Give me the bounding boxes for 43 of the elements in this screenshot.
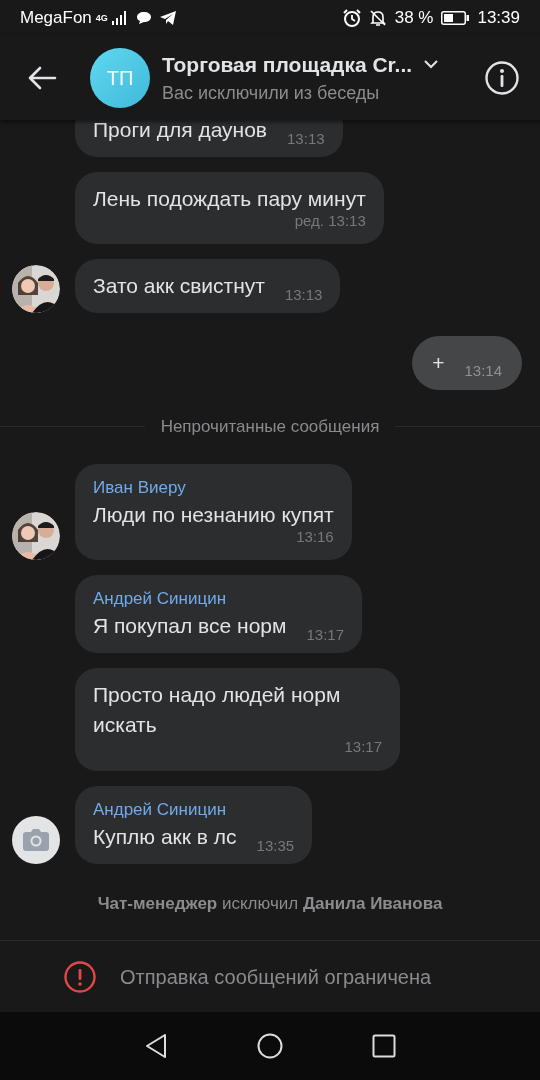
chat-title[interactable]: Торговая площадка Cr... xyxy=(162,48,413,81)
recents-nav-icon[interactable] xyxy=(371,1034,396,1058)
unread-divider: Непрочитанные сообщения xyxy=(160,416,380,438)
back-nav-icon[interactable] xyxy=(144,1033,169,1059)
sender-name[interactable]: Андрей Синицин xyxy=(93,587,344,611)
chat-subtitle: Вас исключили из беседы xyxy=(162,82,381,106)
carrier-name: MegaFon xyxy=(20,7,92,30)
message-text: Проги для даунов xyxy=(93,120,268,143)
message-time: 13:13 xyxy=(284,286,323,303)
message-time: ред. 13:13 xyxy=(294,210,366,231)
network-type: 4G xyxy=(95,13,108,23)
chevron-down-icon[interactable] xyxy=(424,60,439,69)
battery-icon xyxy=(441,11,470,25)
bell-off-icon xyxy=(368,9,387,27)
signal-icon xyxy=(111,11,128,25)
message-time: 13:35 xyxy=(256,836,295,854)
message-text: Зато акк свистнут xyxy=(93,273,265,299)
message-text: Лень подождать пару минут xyxy=(93,185,366,212)
telegram-icon xyxy=(159,11,176,25)
message-text: Куплю акк в лс xyxy=(93,823,237,850)
message-time: 13:13 xyxy=(287,129,325,147)
back-arrow-icon xyxy=(27,66,57,90)
chat-icon xyxy=(135,11,152,25)
system-message: Чат-менеджер исключил Данила Иванова xyxy=(97,892,443,915)
message-text: + xyxy=(432,350,445,376)
warning-icon xyxy=(64,960,96,993)
sender-name[interactable]: Иван Виеру xyxy=(93,475,334,500)
sender-name[interactable]: Андрей Синицин xyxy=(93,797,295,822)
message-text: Я покупал все норм xyxy=(93,613,287,639)
message-text: Просто надо людей норм искать xyxy=(93,682,342,738)
restriction-notice: Отправка сообщений ограничена xyxy=(120,964,432,990)
message-time: 13:17 xyxy=(344,737,382,757)
info-icon xyxy=(485,61,519,95)
info-button[interactable] xyxy=(484,60,520,96)
message-time: 13:14 xyxy=(464,360,502,381)
home-nav-icon[interactable] xyxy=(257,1033,283,1059)
clock: 13:39 xyxy=(477,7,520,30)
message-text: Люди по незнанию купят xyxy=(93,501,334,528)
alarm-icon xyxy=(342,9,361,27)
message-time: 13:17 xyxy=(306,626,344,643)
camera-icon xyxy=(23,828,49,851)
battery-percent: 38 % xyxy=(394,7,434,30)
message-time: 13:16 xyxy=(296,526,334,547)
